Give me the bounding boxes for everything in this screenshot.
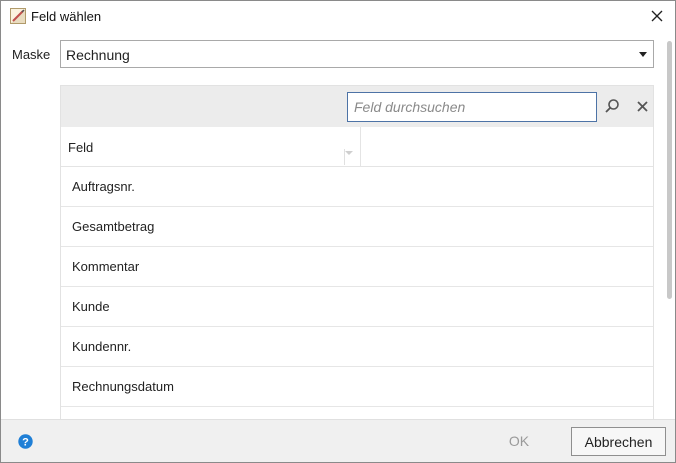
sort-down-icon[interactable] [345, 151, 353, 155]
mask-select[interactable]: Rechnung [60, 40, 654, 68]
help-icon[interactable]: ? [18, 434, 33, 449]
row-label: Kunde [72, 299, 110, 314]
dialog-window: Feld wählen Maske Rechnung Feld durchsuc… [0, 0, 676, 463]
caret-down-icon [639, 52, 647, 57]
table-header: Feld [61, 127, 653, 167]
field-rows: Auftragsnr. Gesamtbetrag Kommentar Kunde… [61, 167, 653, 419]
dialog-footer: ? OK Abbrechen [1, 419, 675, 462]
cancel-button[interactable]: Abbrechen [571, 427, 666, 456]
row-label: Kundennr. [72, 339, 132, 354]
column-header-label: Feld [68, 140, 94, 155]
row-label: Rechnungsdatum [72, 379, 174, 394]
table-row[interactable]: Auftragsnr. [61, 167, 653, 207]
table-row[interactable]: Gesamtbetrag [61, 207, 653, 247]
clear-icon [636, 100, 648, 115]
search-button[interactable] [601, 96, 623, 118]
scrollbar-thumb[interactable] [667, 41, 672, 299]
table-row[interactable]: Rechnungsdatum [61, 367, 653, 407]
search-icon [604, 98, 620, 117]
column-header-feld[interactable]: Feld [61, 127, 361, 167]
row-label: Kommentar [72, 259, 140, 274]
svg-text:?: ? [22, 437, 29, 449]
table-row[interactable] [61, 407, 653, 419]
table-row[interactable]: Kommentar [61, 247, 653, 287]
clear-search-button[interactable] [631, 96, 653, 118]
window-title: Feld wählen [31, 9, 102, 24]
close-button[interactable] [645, 5, 669, 29]
title-bar: Feld wählen [1, 1, 675, 33]
table-row[interactable]: Kundennr. [61, 327, 653, 367]
close-icon [651, 10, 663, 25]
ok-button[interactable]: OK [496, 427, 542, 455]
table-row[interactable]: Kunde [61, 287, 653, 327]
row-label: Auftragsnr. [72, 179, 135, 194]
document-edit-icon [10, 8, 26, 24]
row-label: Gesamtbetrag [72, 219, 155, 234]
vertical-scrollbar[interactable] [665, 41, 673, 301]
mask-selected-value: Rechnung [66, 47, 130, 63]
search-input[interactable] [347, 92, 597, 122]
field-list-panel: Feld Auftragsnr. Gesamtbetrag Kommentar … [60, 85, 654, 419]
mask-label: Maske [12, 47, 51, 62]
search-bar [61, 86, 653, 127]
